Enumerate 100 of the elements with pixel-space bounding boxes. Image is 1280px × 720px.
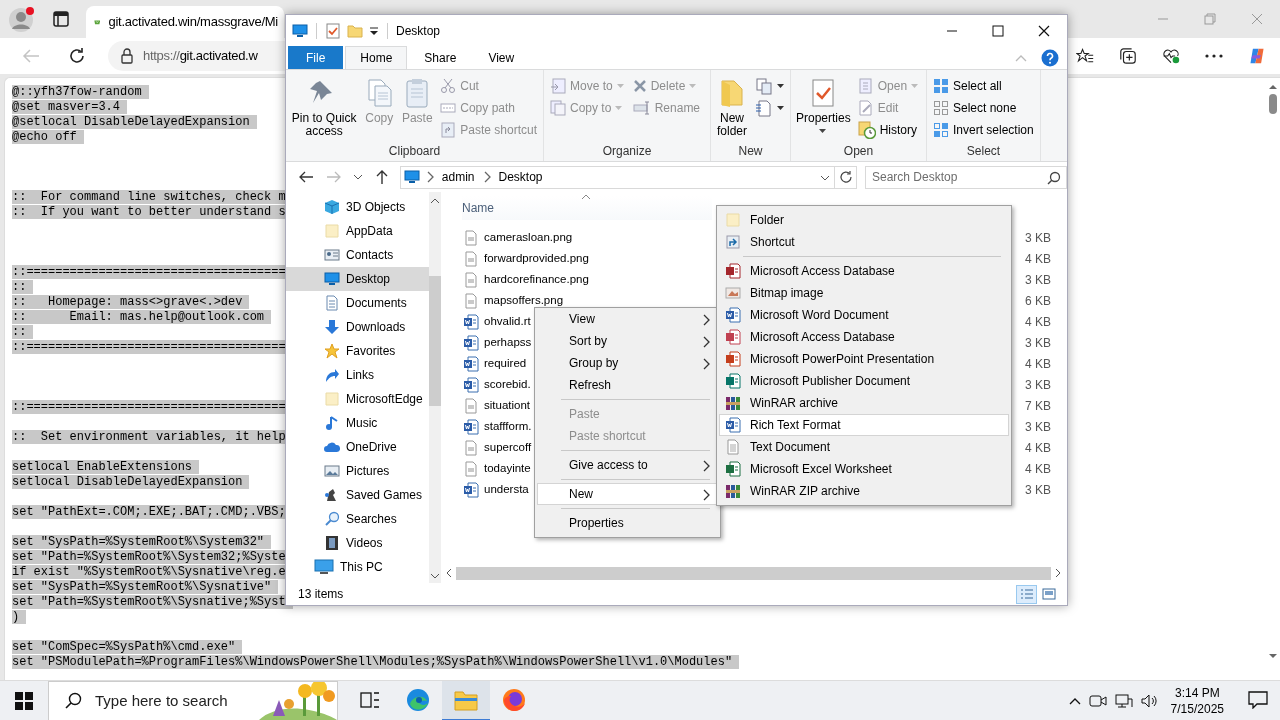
ribbon-tab[interactable]: File — [288, 46, 344, 69]
refresh-icon — [68, 47, 86, 65]
file-name[interactable]: forwardprovided.png — [484, 249, 589, 268]
nav-item[interactable]: Desktop — [286, 267, 429, 291]
delete-icon — [632, 79, 647, 93]
restore-icon — [1203, 13, 1216, 25]
ribbon-tab[interactable]: View — [473, 46, 530, 69]
ribbon-tab[interactable]: Home — [345, 46, 408, 69]
edit-icon — [857, 100, 874, 116]
clock[interactable]: 3:14 PM 7/15/2025 — [1166, 684, 1228, 717]
ribbon-button[interactable]: Select none — [930, 97, 1037, 119]
nav-item[interactable]: Saved Games — [286, 483, 429, 507]
back-icon — [297, 170, 314, 184]
file-name[interactable]: understa — [484, 480, 529, 499]
file-name[interactable]: todayinte — [484, 459, 531, 478]
file-name[interactable]: staffform. — [484, 417, 532, 436]
menu-item[interactable]: Text Document — [719, 436, 1009, 458]
scrollbar[interactable] — [428, 192, 441, 583]
word-document-icon — [463, 376, 479, 393]
ribbon-button[interactable]: Properties — [794, 72, 853, 143]
search-icon — [64, 691, 82, 710]
tray-expand-icon[interactable] — [1068, 696, 1081, 705]
close-icon — [1038, 24, 1050, 37]
meet-icon[interactable] — [1088, 692, 1107, 709]
ribbon-button[interactable]: New folder — [714, 72, 750, 143]
menu-item[interactable]: Folder — [719, 209, 1009, 231]
column-header[interactable]: Name — [462, 196, 712, 220]
folder-icon — [324, 391, 340, 407]
scroll-down-icon — [429, 573, 440, 579]
breadcrumb-item[interactable]: Desktop — [496, 168, 545, 186]
menu-item[interactable]: WinRAR archive — [719, 392, 1009, 414]
contact-card-icon — [324, 247, 340, 263]
menu-item[interactable]: Microsoft PowerPoint Presentation — [719, 348, 1009, 370]
menu-item[interactable]: Microsoft Excel Worksheet — [719, 458, 1009, 480]
menu-item[interactable]: Properties — [537, 512, 718, 534]
menu-item[interactable]: Microsoft Access Database — [719, 326, 1009, 348]
menu-item[interactable]: Shortcut — [719, 231, 1009, 253]
nav-item[interactable]: Pictures — [286, 459, 429, 483]
tab-actions-icon[interactable] — [52, 10, 70, 28]
browser-tab[interactable]: git.activated.win/massgrave/Mi — [86, 6, 284, 38]
file-name[interactable]: camerasloan.png — [484, 228, 573, 247]
properties-icon[interactable] — [325, 22, 341, 39]
menu-item[interactable]: Rich Text Format — [719, 414, 1009, 436]
volume-icon[interactable] — [1140, 692, 1159, 709]
caret-icon — [689, 83, 698, 89]
view-button[interactable] — [1016, 584, 1037, 604]
address-bar[interactable]: https://git.activated.w — [108, 41, 286, 71]
film-icon — [324, 535, 340, 551]
nav-item[interactable]: Links — [286, 363, 429, 387]
image-file-icon — [463, 439, 479, 456]
file-name[interactable]: ohvalid.rt — [484, 312, 531, 331]
maximize-icon — [992, 24, 1004, 37]
search-field[interactable]: Search Desktop — [865, 165, 1067, 189]
move-to-icon — [550, 78, 566, 94]
menu-item[interactable]: Microsoft Publisher Document — [719, 370, 1009, 392]
refresh-icon — [838, 170, 853, 184]
network-icon[interactable] — [1114, 692, 1133, 709]
ribbon-tab[interactable]: Share — [409, 46, 472, 69]
sort-caret-icon — [581, 194, 591, 200]
file-name[interactable]: scorebid. — [484, 375, 531, 394]
chevron-icon — [482, 171, 491, 183]
customize-caret-icon[interactable] — [369, 25, 379, 36]
file-name[interactable]: hardcorefinance.png — [484, 270, 589, 289]
select-none-icon — [933, 100, 949, 116]
file-name[interactable]: perhapss — [484, 333, 532, 352]
menu-item[interactable]: WinRAR ZIP archive — [719, 480, 1009, 502]
file-size: 3 KB — [1025, 271, 1051, 289]
scroll-up-icon — [429, 198, 440, 204]
file-name[interactable]: required — [484, 354, 527, 373]
archive-icon — [725, 483, 741, 499]
caret-icon — [777, 83, 785, 89]
search-icon — [1047, 170, 1061, 185]
help-icon[interactable] — [1041, 48, 1059, 67]
menu-item[interactable]: Bitmap image — [719, 282, 1009, 304]
refresh-button[interactable] — [835, 165, 857, 189]
menu-item[interactable]: Microsoft Word Document — [719, 304, 1009, 326]
window-title: Desktop — [396, 22, 441, 40]
breadcrumb-item[interactable]: admin — [439, 168, 477, 186]
taskbar-app[interactable] — [442, 680, 490, 720]
menu-item[interactable]: Refresh — [537, 374, 718, 396]
nav-item[interactable]: AppData — [286, 219, 429, 243]
caret-icon — [616, 83, 625, 89]
file-size: 3 KB — [1025, 418, 1051, 436]
ribbon-button[interactable]: Select all — [930, 75, 1037, 97]
file-name[interactable]: mapsoffers.png — [484, 291, 564, 310]
nav-item[interactable]: Downloads — [286, 315, 429, 339]
firefox-icon — [502, 687, 526, 712]
avatar-icon[interactable] — [8, 5, 36, 33]
monitor-icon — [292, 22, 308, 39]
nav-item[interactable]: Documents — [286, 291, 429, 315]
ribbon-button[interactable]: Invert selection — [930, 119, 1037, 141]
ribbon-button[interactable]: Pin to Quick access — [289, 72, 360, 143]
address-bar[interactable]: admin Desktop — [399, 165, 836, 189]
menu-item[interactable]: Microsoft Access Database — [719, 260, 1009, 282]
ribbon-button[interactable]: History — [854, 119, 923, 141]
menu-item[interactable]: New — [537, 483, 718, 505]
file-name[interactable]: supercoff — [484, 438, 532, 457]
file-name[interactable]: situationt — [484, 396, 531, 415]
nav-item[interactable]: Contacts — [286, 243, 429, 267]
address-dropdown-icon[interactable] — [820, 174, 831, 181]
